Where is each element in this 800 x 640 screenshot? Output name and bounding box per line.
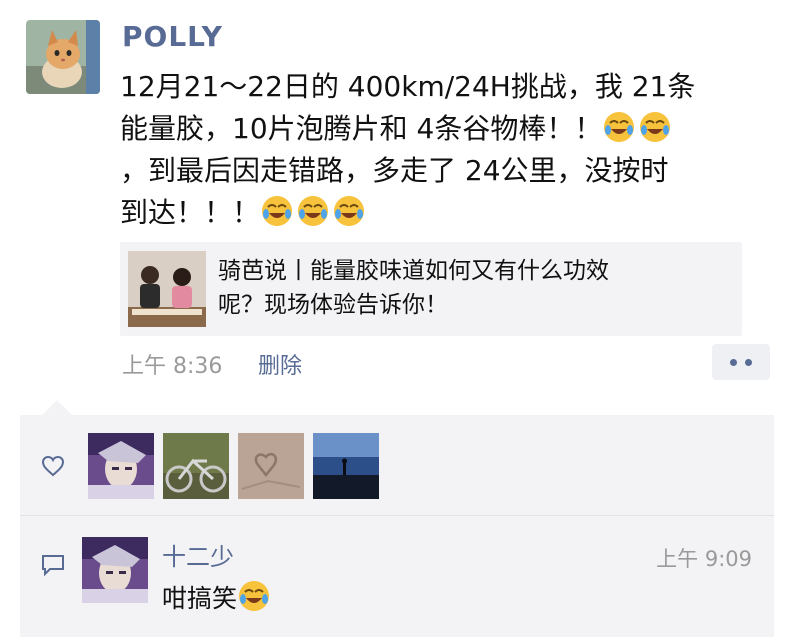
commenter-avatar[interactable] [82,537,148,603]
laugh-cry-emoji-icon [334,196,365,226]
panel-pointer [42,400,72,415]
post-text-line: ，到最后因走错路，多走了 24公里，没按时 [120,154,669,187]
link-thumbnail [128,251,206,327]
laugh-cry-emoji-icon [298,196,329,226]
post-timestamp: 上午 8:36 [122,354,223,379]
heart-icon [41,455,65,477]
laugh-cry-emoji-icon [604,112,635,142]
laugh-cry-emoji-icon [239,581,270,611]
liker-avatar[interactable] [163,433,229,499]
likes-comments-panel: 十二少 上午 9:09 咁搞笑 [20,415,774,637]
likes-row [20,415,774,515]
author-avatar[interactable] [26,20,100,94]
post-text-line: 12月21～22日的 400km/24H挑战，我 21条 [120,70,696,103]
commenter-name[interactable]: 十二少 [162,537,234,572]
dot-icon [730,359,737,366]
comment-timestamp: 上午 9:09 [656,547,752,571]
liker-avatar[interactable] [88,433,154,499]
link-title: 骑芭说丨能量胶味道如何又有什么功效 呢？现场体验告诉你！ [218,258,609,318]
post-author-name[interactable]: POLLY [122,20,223,53]
delete-link[interactable]: 删除 [258,348,302,380]
divider [20,515,774,516]
comment-text: 咁搞笑 [162,579,273,615]
liker-avatar[interactable] [238,433,304,499]
liker-avatar[interactable] [313,433,379,499]
laugh-cry-emoji-icon [640,112,671,142]
laugh-cry-emoji-icon [262,196,293,226]
dot-icon [745,359,752,366]
shared-link-card[interactable]: 骑芭说丨能量胶味道如何又有什么功效 呢？现场体验告诉你！ [120,242,742,336]
post-body: 12月21～22日的 400km/24H挑战，我 21条 能量胶，10片泡腾片和… [120,66,780,234]
more-actions-button[interactable] [712,344,770,380]
comment-icon [42,555,64,577]
post-text-line: 到达！！！ [120,192,780,234]
post-text-line: 能量胶，10片泡腾片和 4条谷物棒！！ [120,108,780,150]
